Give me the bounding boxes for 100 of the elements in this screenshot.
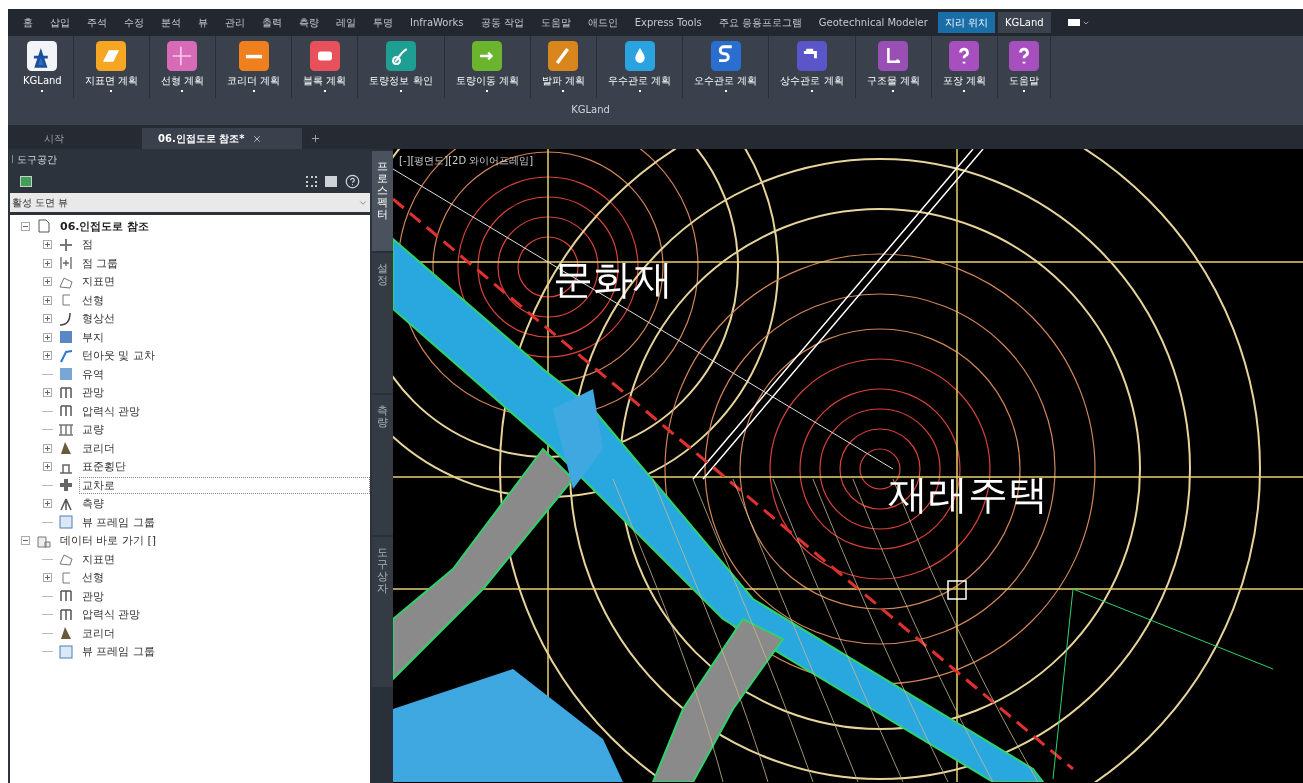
document-tab[interactable]: 06.인접도로 참조* [142, 128, 302, 149]
tree-item[interactable]: 점 그룹 [79, 254, 122, 272]
tree-item[interactable]: 선형 [79, 569, 107, 587]
move-icon [472, 41, 503, 71]
expand-toggle[interactable] [43, 295, 52, 305]
expand-toggle[interactable] [43, 573, 52, 583]
tree-item[interactable]: 턴아웃 및 교차 [79, 347, 158, 365]
collapse-toggle[interactable] [21, 221, 30, 231]
tree-item[interactable]: 점 [79, 236, 96, 254]
tree-item[interactable]: 압력식 관망 [79, 606, 144, 624]
tree-item[interactable]: 압력식 관망 [79, 402, 144, 420]
tree-node-icon [58, 310, 74, 327]
tree-item[interactable]: 코리더 [79, 439, 118, 457]
ribbon-tab[interactable]: 수정 [117, 12, 151, 33]
ribbon-tab[interactable]: 애드인 [580, 12, 625, 33]
ribbon-tab[interactable]: 투명 [366, 12, 400, 33]
expand-toggle[interactable] [43, 499, 52, 509]
tree-node-icon [58, 477, 74, 494]
tree-node-icon [58, 606, 74, 623]
block-icon [309, 41, 340, 71]
tree-item[interactable]: 06.인접도로 참조 [57, 217, 153, 235]
tree-item[interactable]: 지표면 [79, 550, 118, 568]
tree-item[interactable]: 측량 [79, 495, 107, 513]
help-icon[interactable] [345, 173, 360, 189]
tree-item[interactable]: 뷰 프레임 그룹 [79, 643, 158, 661]
tree-item[interactable]: 표준횡단 [79, 458, 129, 476]
view-dropdown[interactable]: 활성 도면 뷰 [10, 193, 370, 212]
ribbon-tab[interactable]: Express Tools [627, 12, 709, 33]
panel-icon[interactable] [325, 175, 337, 187]
tree-node-icon [58, 255, 74, 272]
structure-icon [878, 41, 909, 71]
ribbon-button[interactable]: 구조물 계획 [855, 36, 932, 98]
ribbon-tab[interactable]: 출력 [255, 12, 289, 33]
ribbon-button[interactable]: 도움말 [997, 36, 1051, 98]
ribbon-button[interactable]: 지표면 계획 [73, 36, 150, 98]
tree-item[interactable]: 지표면 [79, 273, 118, 291]
ribbon-tab[interactable]: 삽입 [43, 12, 77, 33]
vertical-tab[interactable]: 도구 상자 [372, 537, 393, 687]
tree-item[interactable]: 교차로 [79, 476, 370, 494]
tree-node-icon [58, 384, 74, 401]
ribbon-button[interactable]: 발파 계획 [530, 36, 597, 98]
ribbon-tab[interactable]: 분석 [154, 12, 188, 33]
vertical-tab[interactable]: 측량 [372, 395, 393, 535]
ribbon-tab[interactable]: InfraWorks [403, 12, 471, 33]
ribbon-tab[interactable]: 주요 응용프로그램 [711, 12, 809, 33]
workspace-icon[interactable] [1067, 18, 1090, 27]
expand-toggle[interactable] [43, 332, 52, 342]
ribbon-tab[interactable]: 지리 위치 [937, 12, 995, 33]
expand-toggle[interactable] [43, 240, 52, 250]
tree-node-icon [58, 236, 74, 253]
expand-toggle[interactable] [43, 258, 52, 268]
ribbon-button[interactable]: 오수관로 계획 [683, 36, 770, 98]
collapse-toggle[interactable] [21, 536, 30, 546]
ribbon-button[interactable]: 선형 계획 [149, 36, 217, 98]
document-tab[interactable]: 시작 [28, 128, 138, 149]
ribbon-tab[interactable]: 뷰 [191, 12, 215, 33]
tree-item[interactable]: 뷰 프레임 그룹 [79, 513, 158, 531]
ribbon-button[interactable]: 블록 계획 [292, 36, 359, 98]
ribbon-button[interactable]: 토량이동 계획 [444, 36, 531, 98]
vertical-tab[interactable]: 설정 [372, 253, 393, 393]
expand-toggle[interactable] [43, 443, 52, 453]
tree-item[interactable]: 관망 [79, 587, 107, 605]
ribbon-tab[interactable]: Geotechnical Modeler [811, 12, 935, 33]
toolspace-icon[interactable] [20, 175, 32, 187]
expand-toggle[interactable] [43, 388, 52, 398]
tree-item[interactable]: 선형 [79, 291, 107, 309]
tree-node-icon [58, 643, 74, 660]
ribbon-tab[interactable]: 홈 [16, 12, 40, 33]
ribbon-tab[interactable]: 공동 작업 [473, 12, 531, 33]
tree-item[interactable]: 유역 [79, 365, 107, 383]
tree-item[interactable]: 데이터 바로 가기 [] [57, 532, 160, 550]
bar-icon [238, 41, 269, 71]
vertical-tab[interactable]: 프로스펙터 [372, 151, 393, 251]
ribbon-button[interactable]: 우수관로 계획 [597, 36, 684, 98]
ribbon-button[interactable]: 상수관로 계획 [769, 36, 856, 98]
ribbon-tab[interactable]: 측량 [292, 12, 326, 33]
ribbon-button[interactable]: 토량정보 확인 [358, 36, 445, 98]
ribbon-tab[interactable]: 주석 [80, 12, 114, 33]
ribbon-button[interactable]: 코리더 계획 [216, 36, 293, 98]
ribbon-tab[interactable]: 관리 [218, 12, 252, 33]
surface-icon [96, 41, 127, 71]
ribbon-button[interactable]: KGLand [12, 36, 74, 98]
tree-node-icon [58, 421, 74, 438]
tree-item[interactable]: 교량 [79, 421, 107, 439]
expand-toggle[interactable] [43, 277, 52, 287]
ribbon-tab[interactable]: 레일 [329, 12, 363, 33]
close-icon[interactable] [252, 133, 263, 144]
expand-toggle[interactable] [43, 351, 52, 361]
expand-toggle[interactable] [43, 314, 52, 324]
tree-node-icon [58, 514, 74, 531]
tree-item[interactable]: 코리더 [79, 624, 118, 642]
tree-item[interactable]: 부지 [79, 328, 107, 346]
tree-node-icon [58, 366, 74, 383]
tree-item[interactable]: 관망 [79, 384, 107, 402]
ribbon-tab[interactable]: KGLand [997, 12, 1051, 33]
ribbon-button[interactable]: 포장 계획 [931, 36, 998, 98]
expand-toggle[interactable] [43, 462, 52, 472]
tree-item[interactable]: 형상선 [79, 310, 118, 328]
new-tab-icon[interactable] [310, 133, 321, 144]
ribbon-tab[interactable]: 도움말 [533, 12, 578, 33]
